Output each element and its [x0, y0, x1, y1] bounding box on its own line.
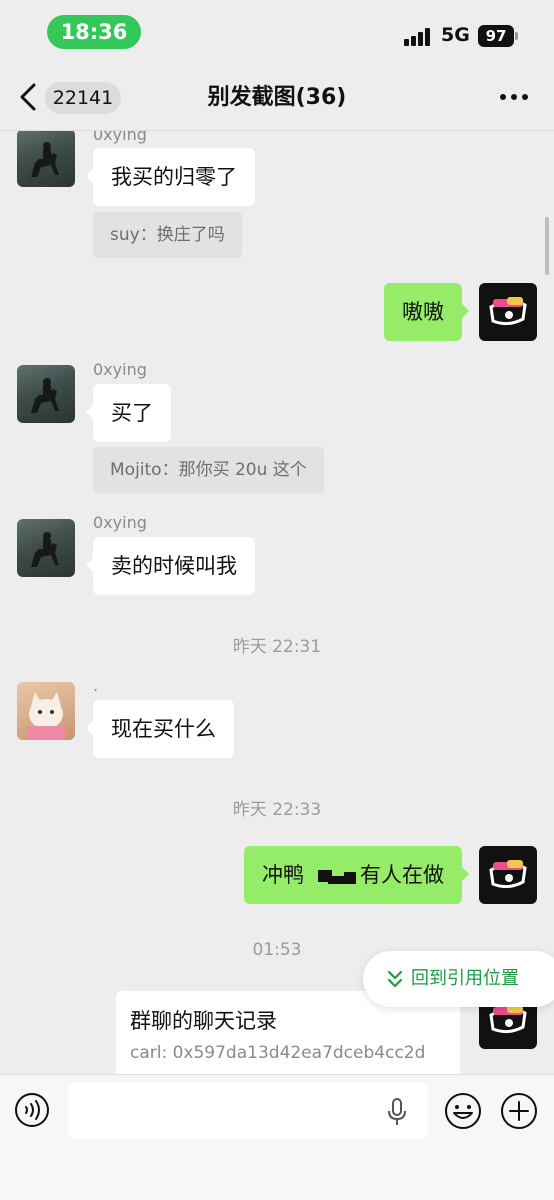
chat-messages[interactable]: 0xying 我买的归零了 suy：换庄了吗 嗷嗷 0xying 买了 Moji…	[0, 131, 554, 1074]
double-chevron-down-icon	[387, 970, 403, 988]
emoji-icon[interactable]	[444, 1092, 482, 1130]
timestamp: 昨天 22:31	[232, 637, 322, 657]
message-text-start: 冲鸭	[262, 863, 304, 887]
input-bar	[0, 1074, 554, 1200]
message-input[interactable]	[68, 1083, 428, 1139]
status-time: 18:36	[47, 15, 141, 49]
plus-icon[interactable]	[500, 1092, 538, 1130]
sender-name: 0xying	[93, 513, 147, 532]
chat-title: 别发截图(36)	[207, 85, 347, 110]
quoted-message[interactable]: suy：换庄了吗	[93, 212, 242, 258]
avatar[interactable]	[17, 519, 75, 577]
scrollbar[interactable]	[545, 217, 549, 275]
avatar[interactable]	[17, 365, 75, 423]
jump-to-quote-button[interactable]: 回到引用位置	[363, 951, 554, 1007]
card-preview: carl: 0x597da13d42ea7dceb4cc2d	[130, 1043, 426, 1063]
sender-name: 0xying	[93, 131, 147, 144]
message-bubble[interactable]: 卖的时候叫我	[86, 537, 255, 595]
message-bubble-self[interactable]: 冲鸭 有人在做	[244, 846, 469, 904]
redaction-mark	[304, 866, 360, 886]
more-options-icon[interactable]	[498, 94, 530, 102]
network-type: 5G	[441, 24, 470, 46]
status-bar: 18:36 5G 97	[0, 0, 554, 64]
message-bubble[interactable]: 现在买什么	[86, 700, 234, 758]
message-text-end: 有人在做	[360, 863, 444, 887]
battery-icon: 97	[478, 25, 518, 47]
card-title: 群聊的聊天记录	[130, 1009, 277, 1033]
voice-mode-icon[interactable]	[14, 1092, 50, 1128]
avatar[interactable]	[17, 131, 75, 187]
quoted-message[interactable]: Mojito：那你买 20u 这个	[93, 447, 324, 493]
timestamp: 昨天 22:33	[232, 800, 322, 820]
sender-name: .	[93, 676, 99, 695]
message-bubble[interactable]: 买了	[86, 384, 171, 442]
sender-name: 0xying	[93, 360, 147, 379]
signal-icon	[404, 28, 432, 46]
avatar-self[interactable]	[479, 846, 537, 904]
jump-to-quote-label: 回到引用位置	[411, 968, 519, 989]
message-bubble[interactable]: 我买的归零了	[86, 148, 255, 206]
avatar-self[interactable]	[479, 283, 537, 341]
avatar[interactable]	[17, 682, 75, 740]
chat-header: 22141 别发截图(36)	[0, 64, 554, 131]
message-bubble-self[interactable]: 嗷嗷	[384, 283, 469, 341]
microphone-icon[interactable]	[386, 1097, 408, 1127]
